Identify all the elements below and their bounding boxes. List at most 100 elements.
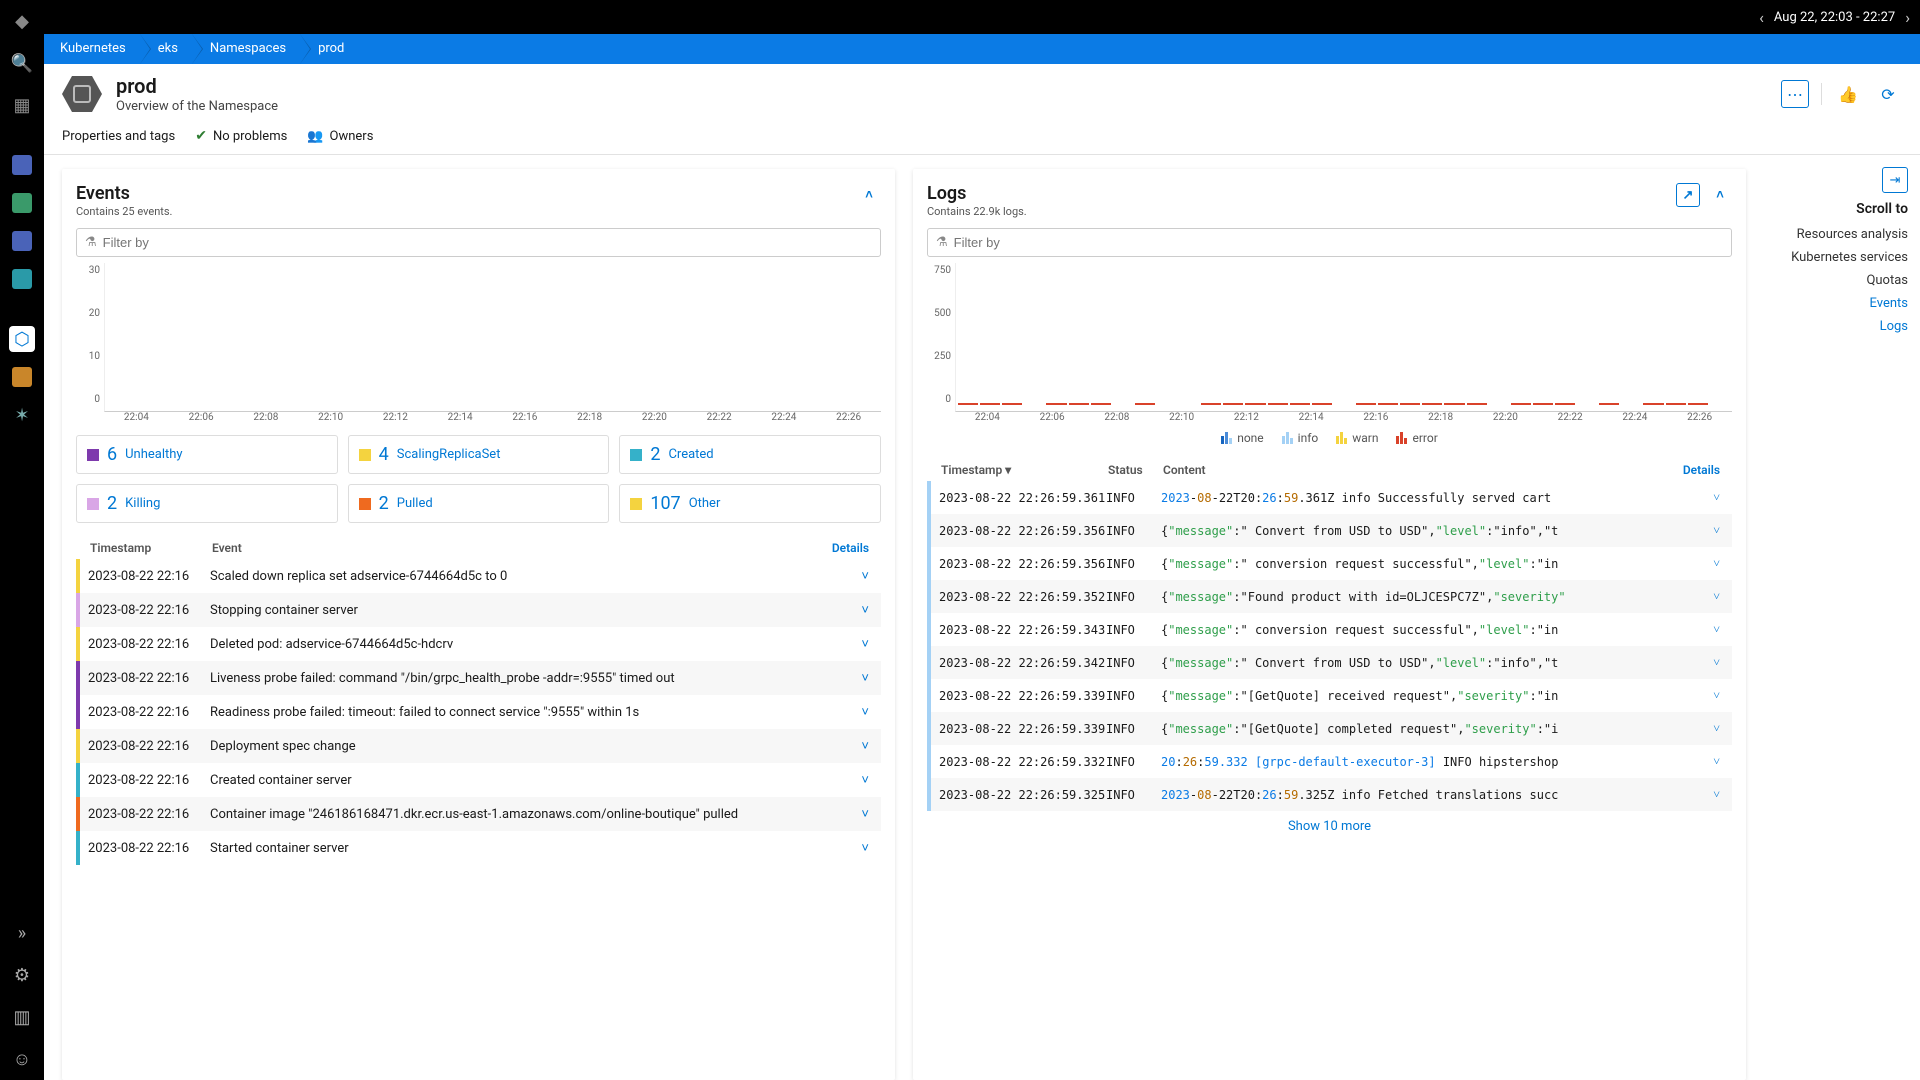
logs-legend-item[interactable]: error (1396, 431, 1437, 445)
log-row-expand-icon[interactable]: ˅ (1686, 655, 1726, 670)
event-row-expand-icon[interactable]: ˅ (835, 840, 875, 856)
event-row-expand-icon[interactable]: ˅ (835, 738, 875, 754)
logo-icon[interactable]: ◆ (9, 8, 35, 34)
pin-icon[interactable]: ⇥ (1882, 167, 1908, 193)
rail-namespace-icon[interactable]: ⬡ (9, 326, 35, 352)
event-row-expand-icon[interactable]: ˅ (835, 670, 875, 686)
scroll-to-link[interactable]: Kubernetes services (1760, 246, 1908, 269)
event-row-expand-icon[interactable]: ˅ (835, 704, 875, 720)
log-row-expand-icon[interactable]: ˅ (1686, 721, 1726, 736)
rail-gear-icon[interactable]: ⚙ (9, 962, 35, 988)
log-row-status: INFO (1106, 524, 1161, 538)
logs-col-timestamp[interactable]: Timestamp ▾ (933, 463, 1108, 477)
log-row[interactable]: 2023-08-22 22:26:59.343INFO{"message":" … (927, 613, 1732, 646)
refresh-icon[interactable]: ⟳ (1874, 80, 1902, 108)
event-row[interactable]: 2023-08-22 22:16Stopping container serve… (76, 593, 881, 627)
rail-cube-1[interactable] (9, 152, 35, 178)
event-row-expand-icon[interactable]: ˅ (835, 568, 875, 584)
log-row[interactable]: 2023-08-22 22:26:59.356INFO{"message":" … (927, 547, 1732, 580)
event-row-expand-icon[interactable]: ˅ (835, 636, 875, 652)
rail-cube-3[interactable] (9, 228, 35, 254)
logs-legend-item[interactable]: info (1282, 431, 1319, 445)
events-title: Events (76, 183, 172, 204)
event-row[interactable]: 2023-08-22 22:16Container image "2461861… (76, 797, 881, 831)
log-row-content: {"message":"[GetQuote] received request"… (1161, 689, 1686, 703)
rail-expand-icon[interactable]: » (9, 920, 35, 946)
apps-icon[interactable]: ▦ (9, 92, 35, 118)
rail-user-icon[interactable]: ☺ (9, 1046, 35, 1072)
event-row[interactable]: 2023-08-22 22:16Started container server… (76, 831, 881, 865)
logs-filter-input[interactable] (954, 235, 1723, 250)
log-row-expand-icon[interactable]: ˅ (1686, 523, 1726, 538)
event-row-ts: 2023-08-22 22:16 (80, 637, 210, 652)
event-row[interactable]: 2023-08-22 22:16Scaled down replica set … (76, 559, 881, 593)
log-row-expand-icon[interactable]: ˅ (1686, 688, 1726, 703)
time-range[interactable]: Aug 22, 22:03 - 22:27 (1774, 10, 1895, 25)
log-row-ts: 2023-08-22 22:26:59.352 (931, 590, 1106, 604)
log-row[interactable]: 2023-08-22 22:26:59.325INFO2023-08-22T20… (927, 778, 1732, 811)
event-row[interactable]: 2023-08-22 22:16Deployment spec change˅ (76, 729, 881, 763)
events-filter[interactable]: ⚗ (76, 228, 881, 257)
log-row-expand-icon[interactable]: ˅ (1686, 490, 1726, 505)
log-row[interactable]: 2023-08-22 22:26:59.352INFO{"message":"F… (927, 580, 1732, 613)
rail-db-icon[interactable] (9, 364, 35, 390)
owners-link[interactable]: 👥Owners (307, 129, 373, 144)
more-button[interactable]: ⋯ (1781, 80, 1809, 108)
breadcrumb-item[interactable]: Namespaces (192, 34, 300, 64)
event-row[interactable]: 2023-08-22 22:16Created container server… (76, 763, 881, 797)
log-row[interactable]: 2023-08-22 22:26:59.356INFO{"message":" … (927, 514, 1732, 547)
rail-cube-4[interactable] (9, 266, 35, 292)
scroll-to-link[interactable]: Events (1760, 292, 1908, 315)
log-row-expand-icon[interactable]: ˅ (1686, 754, 1726, 769)
problems-status[interactable]: ✔No problems (195, 128, 287, 144)
events-filter-input[interactable] (103, 235, 872, 250)
scroll-to-link[interactable]: Logs (1760, 315, 1908, 338)
scroll-to-link[interactable]: Resources analysis (1760, 223, 1908, 246)
events-collapse-icon[interactable]: ˄ (857, 183, 881, 207)
log-row[interactable]: 2023-08-22 22:26:59.361INFO2023-08-22T20… (927, 481, 1732, 514)
log-row-expand-icon[interactable]: ˅ (1686, 589, 1726, 604)
log-row-content: {"message":" Convert from USD to USD","l… (1161, 656, 1686, 670)
log-row-expand-icon[interactable]: ˅ (1686, 556, 1726, 571)
rail-graph-icon[interactable]: ✶ (9, 402, 35, 428)
search-icon[interactable]: 🔍 (9, 50, 35, 76)
rail-cube-2[interactable] (9, 190, 35, 216)
log-row[interactable]: 2023-08-22 22:26:59.339INFO{"message":"[… (927, 712, 1732, 745)
log-row[interactable]: 2023-08-22 22:26:59.342INFO{"message":" … (927, 646, 1732, 679)
event-row[interactable]: 2023-08-22 22:16Liveness probe failed: c… (76, 661, 881, 695)
legend-swatch (359, 449, 371, 461)
properties-and-tags-link[interactable]: Properties and tags (62, 129, 175, 144)
logs-legend-item[interactable]: none (1221, 431, 1263, 445)
legend-bars-icon (1282, 432, 1293, 444)
logs-collapse-icon[interactable]: ˄ (1708, 183, 1732, 207)
event-row[interactable]: 2023-08-22 22:16Deleted pod: adservice-6… (76, 627, 881, 661)
log-row-status: INFO (1106, 722, 1161, 736)
rail-chart-icon[interactable]: ▥ (9, 1004, 35, 1030)
logs-filter[interactable]: ⚗ (927, 228, 1732, 257)
breadcrumb-item[interactable]: Kubernetes (50, 34, 140, 64)
legend-swatch (359, 498, 371, 510)
timerange-next-icon[interactable]: › (1905, 8, 1910, 27)
timerange-prev-icon[interactable]: ‹ (1759, 8, 1764, 27)
scroll-to-link[interactable]: Quotas (1760, 269, 1908, 292)
event-row-expand-icon[interactable]: ˅ (835, 806, 875, 822)
logs-show-more[interactable]: Show 10 more (927, 811, 1732, 842)
logs-legend-item[interactable]: warn (1336, 431, 1378, 445)
log-row-expand-icon[interactable]: ˅ (1686, 622, 1726, 637)
event-legend-card[interactable]: 2Created (619, 435, 881, 474)
event-legend-card[interactable]: 2Killing (76, 484, 338, 523)
log-row[interactable]: 2023-08-22 22:26:59.332INFO20:26:59.332 … (927, 745, 1732, 778)
thumbs-up-icon[interactable]: 👍 (1834, 80, 1862, 108)
event-row-text: Created container server (210, 773, 835, 788)
event-legend-card[interactable]: 4ScalingReplicaSet (348, 435, 610, 474)
event-legend-card[interactable]: 6Unhealthy (76, 435, 338, 474)
event-row-expand-icon[interactable]: ˅ (835, 772, 875, 788)
log-row-expand-icon[interactable]: ˅ (1686, 787, 1726, 802)
event-row-ts: 2023-08-22 22:16 (80, 705, 210, 720)
logs-open-icon[interactable]: ↗ (1676, 183, 1700, 207)
event-row[interactable]: 2023-08-22 22:16Readiness probe failed: … (76, 695, 881, 729)
event-legend-card[interactable]: 107Other (619, 484, 881, 523)
event-legend-card[interactable]: 2Pulled (348, 484, 610, 523)
log-row[interactable]: 2023-08-22 22:26:59.339INFO{"message":"[… (927, 679, 1732, 712)
event-row-expand-icon[interactable]: ˅ (835, 602, 875, 618)
